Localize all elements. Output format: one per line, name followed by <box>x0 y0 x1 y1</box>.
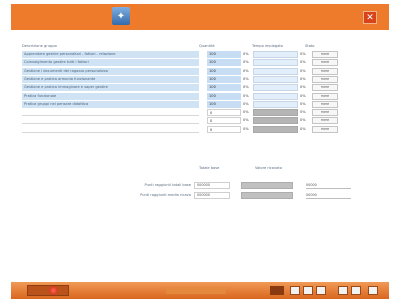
header-description: Descrizione gruppo <box>22 44 57 48</box>
weight-field[interactable] <box>253 75 298 83</box>
quantity-input[interactable]: 100 <box>207 100 241 108</box>
taskbar <box>11 282 389 299</box>
quantity-input[interactable]: 0 <box>207 125 241 133</box>
app-window: ✦ ✕ Descrizione gruppo Quantità Tempo im… <box>11 4 389 294</box>
weight-field[interactable] <box>253 51 298 58</box>
weight-field[interactable] <box>253 92 298 100</box>
row-label <box>22 109 199 117</box>
toolbar-icon[interactable] <box>351 286 361 295</box>
status-button[interactable]: mere <box>312 100 338 108</box>
percent-label: 0% <box>243 126 249 131</box>
toolbar-icon[interactable] <box>290 286 300 295</box>
quantity-input[interactable]: 100 <box>207 84 241 92</box>
status-button[interactable]: mere <box>312 75 338 83</box>
summary-label: Punti raggiunti totali base <box>144 183 191 187</box>
status-button[interactable]: mere <box>312 92 338 100</box>
percent-label: 0% <box>243 101 249 106</box>
percent-label: 0% <box>300 93 306 98</box>
summary-header-right: Valore ricavato <box>255 166 282 170</box>
weight-field[interactable] <box>253 59 298 67</box>
percent-label: 0% <box>243 110 249 115</box>
percent-label: 0% <box>243 76 249 81</box>
summary-value-input[interactable]: 000000 <box>194 192 230 199</box>
percent-label: 0% <box>300 76 306 81</box>
summary-value-right: 00000 <box>306 182 351 189</box>
weight-field[interactable] <box>253 117 298 125</box>
percent-label: 0% <box>300 110 306 115</box>
quantity-input[interactable]: 100 <box>207 75 241 83</box>
header-weight: Tempo impiegato <box>252 44 283 48</box>
quantity-input[interactable]: 0 <box>207 109 241 117</box>
row-label: Coinvolgimento gestire tutti i fattori <box>22 59 199 67</box>
summary-header-left: Totale base <box>199 166 220 170</box>
weight-field[interactable] <box>253 67 298 75</box>
close-button[interactable]: ✕ <box>363 11 377 24</box>
status-button[interactable]: mere <box>312 51 338 58</box>
status-button[interactable]: mere <box>312 125 338 133</box>
percent-label: 0% <box>300 52 306 56</box>
status-button[interactable]: mere <box>312 109 338 117</box>
record-icon[interactable] <box>49 286 58 295</box>
header-status: Stato <box>305 44 315 48</box>
row-label: Gestione e pratica immaginare e saper ge… <box>22 84 199 92</box>
toolbar-icon[interactable] <box>338 286 348 295</box>
summary-value-right: 00000 <box>306 192 351 199</box>
toolbar-icon[interactable] <box>368 286 378 295</box>
row-label: Apprendere gestire personalizzi - fattor… <box>22 51 199 58</box>
row-label <box>22 117 199 125</box>
pager-icon[interactable] <box>270 286 284 295</box>
title-bar: ✦ ✕ <box>11 4 389 30</box>
quantity-input[interactable]: 100 <box>207 92 241 100</box>
percent-label: 0% <box>243 52 249 56</box>
percent-label: 0% <box>243 118 249 123</box>
percent-label: 0% <box>300 118 306 123</box>
percent-label: 0% <box>300 68 306 73</box>
header-quantity: Quantità <box>199 44 215 48</box>
taskbar-progress <box>166 287 226 294</box>
percent-label: 0% <box>300 126 306 131</box>
status-button[interactable]: mere <box>312 117 338 125</box>
row-label: Gestione i documenti del ragazzo persona… <box>22 67 199 75</box>
weight-field[interactable] <box>253 84 298 92</box>
percent-label: 0% <box>243 93 249 98</box>
weight-field[interactable] <box>253 109 298 117</box>
status-button[interactable]: mere <box>312 67 338 75</box>
quantity-input[interactable]: 0 <box>207 117 241 125</box>
status-button[interactable]: mere <box>312 84 338 92</box>
percent-label: 0% <box>300 60 306 65</box>
summary-value-input[interactable]: 000000 <box>194 182 230 189</box>
percent-label: 0% <box>243 68 249 73</box>
weight-field[interactable] <box>253 125 298 133</box>
start-button[interactable] <box>27 285 69 296</box>
quantity-input[interactable]: 100 <box>207 67 241 75</box>
summary-label: Punti raggiunti media ricavo <box>140 193 191 197</box>
status-button[interactable]: mere <box>312 59 338 67</box>
percent-label: 0% <box>243 85 249 90</box>
summary-grey-field <box>241 182 293 189</box>
toolbar-icon[interactable] <box>316 286 326 295</box>
weight-field[interactable] <box>253 100 298 108</box>
toolbar-icon[interactable] <box>303 286 313 295</box>
row-label: Pratica funzionale <box>22 92 199 100</box>
row-label <box>22 125 199 133</box>
percent-label: 0% <box>300 101 306 106</box>
summary-grey-field <box>241 192 293 199</box>
percent-label: 0% <box>243 60 249 65</box>
app-logo-icon[interactable]: ✦ <box>112 7 130 25</box>
row-label: Gestione e pratica armonia funzionante <box>22 75 199 83</box>
percent-label: 0% <box>300 85 306 90</box>
quantity-input[interactable]: 100 <box>207 59 241 67</box>
row-label: Pratica gruppi nel pensare didattica <box>22 100 199 108</box>
quantity-input[interactable]: 100 <box>207 51 241 58</box>
